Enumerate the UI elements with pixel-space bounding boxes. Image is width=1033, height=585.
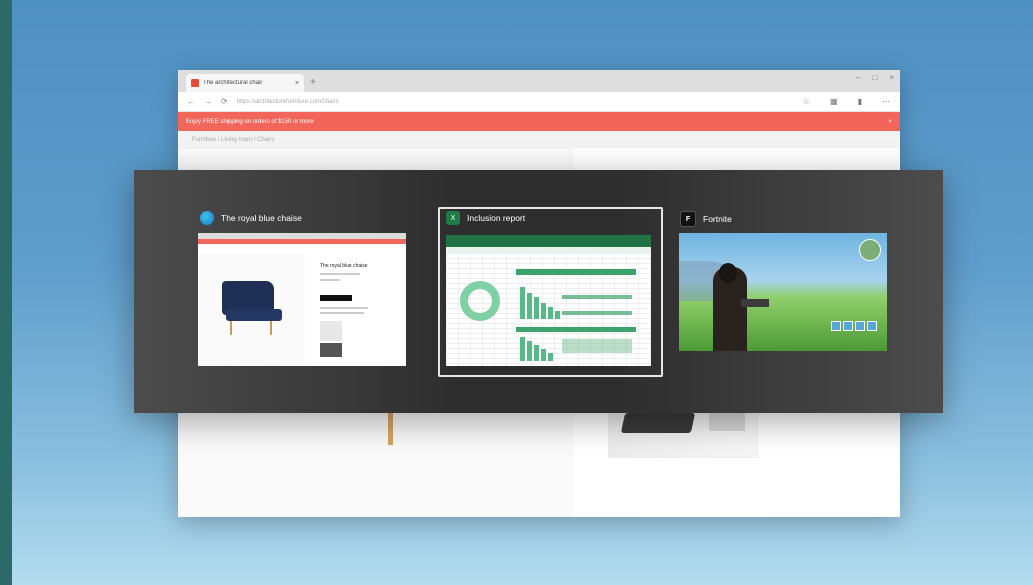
- tab-close-icon[interactable]: ×: [295, 80, 299, 87]
- thumb-gallery-image-dark: [320, 343, 342, 357]
- refresh-button[interactable]: ⟳: [221, 97, 228, 106]
- window-title: Fortnite: [703, 214, 732, 224]
- armchair-image: [222, 281, 282, 335]
- window-thumbnail-fortnite[interactable]: [679, 233, 887, 351]
- thumb-donut-chart: [460, 281, 500, 321]
- thumb-ribbon: [446, 235, 651, 247]
- minimize-button[interactable]: –: [856, 73, 860, 82]
- breadcrumb: Furniture / Living room / Chairs: [178, 131, 900, 149]
- new-tab-button[interactable]: +: [310, 77, 316, 88]
- address-bar[interactable]: https://architecturefurniture.com/chairs: [237, 99, 794, 105]
- excel-icon: X: [446, 211, 460, 225]
- window-title-edge: The royal blue chaise: [200, 211, 302, 225]
- tab-label: The architectural chair: [203, 80, 263, 86]
- thumb-gallery-image: [320, 321, 342, 341]
- tab-bar: The architectural chair × + – □ ×: [178, 70, 900, 92]
- desktop-wallpaper: The architectural chair × + – □ × ← → ⟳ …: [12, 0, 1033, 585]
- navigation-bar: ← → ⟳ https://architecturefurniture.com/…: [178, 92, 900, 112]
- close-window-button[interactable]: ×: [889, 73, 894, 82]
- thumb-product-title: The royal blue chaise: [320, 263, 368, 269]
- browser-tab[interactable]: The architectural chair ×: [186, 74, 304, 92]
- favicon-icon: [191, 79, 199, 87]
- window-title: Inclusion report: [467, 213, 526, 223]
- toolbar-icons: ☆ ▦ ▮ ⋯: [794, 97, 890, 106]
- back-button[interactable]: ←: [187, 97, 195, 106]
- promo-banner: Enjoy FREE shipping on orders of $150 or…: [178, 112, 900, 131]
- banner-text: Enjoy FREE shipping on orders of $150 or…: [186, 118, 314, 125]
- more-icon[interactable]: ⋯: [882, 97, 890, 106]
- thumb-minimap: [859, 239, 881, 261]
- lounge-chair-image: [620, 413, 696, 433]
- fortnite-icon: F: [680, 211, 696, 227]
- collections-icon[interactable]: ▦: [830, 97, 838, 106]
- thumb-hud: [831, 321, 877, 331]
- task-switcher: The royal blue chaise The royal blue cha…: [134, 170, 943, 413]
- window-thumbnail-excel[interactable]: [446, 235, 651, 366]
- thumb-add-to-cart: [320, 295, 352, 301]
- window-title-excel: X Inclusion report: [446, 211, 525, 225]
- extension-icon[interactable]: ▮: [858, 97, 862, 106]
- thumb-product-image: [198, 253, 305, 366]
- window-controls: – □ ×: [856, 73, 894, 82]
- thumb-bar-chart: [520, 285, 560, 319]
- thumb-banner: [198, 239, 406, 244]
- banner-close-icon[interactable]: ×: [888, 119, 892, 125]
- window-title-fortnite: F Fortnite: [680, 211, 732, 227]
- maximize-button[interactable]: □: [872, 73, 877, 82]
- forward-button[interactable]: →: [204, 97, 212, 106]
- window-thumbnail-edge[interactable]: The royal blue chaise: [198, 233, 406, 366]
- edge-icon: [200, 211, 214, 225]
- thumb-bar-chart-2: [520, 335, 553, 361]
- window-title: The royal blue chaise: [221, 213, 302, 223]
- favorite-icon[interactable]: ☆: [803, 97, 810, 106]
